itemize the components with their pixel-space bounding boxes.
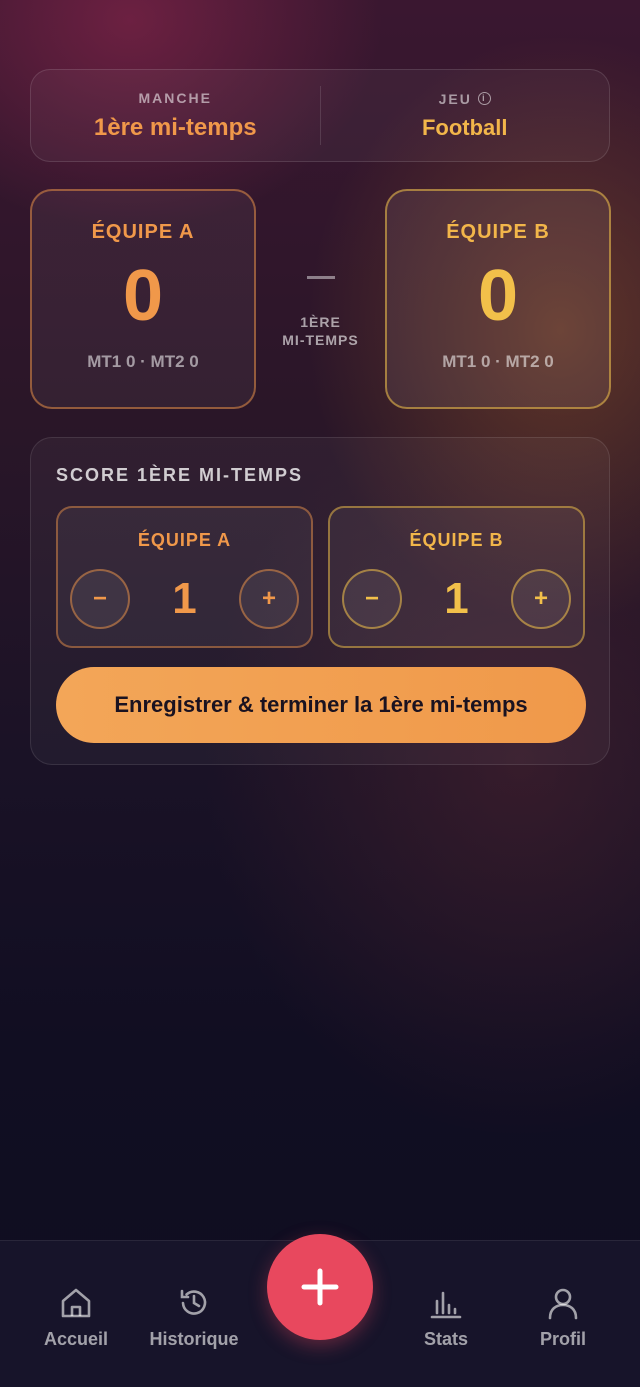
- team-b-stepper: ÉQUIPE B − 1 +: [328, 506, 585, 648]
- period-label-line2: MI-TEMPS: [282, 332, 359, 348]
- history-icon: [180, 1289, 207, 1315]
- team-a-name: ÉQUIPE A: [91, 221, 195, 243]
- game-label: JEU: [438, 90, 472, 107]
- round-value: 1ère mi-temps: [93, 113, 257, 141]
- nav-home-label: Accueil: [43, 1329, 109, 1349]
- period-indicator: 1ÈRE MI-TEMPS: [256, 260, 385, 349]
- nav-item-history[interactable]: Historique: [139, 1285, 249, 1350]
- team-a-total-score: 0: [122, 256, 164, 336]
- panel-title: SCORE 1ÈRE MI-TEMPS: [56, 465, 304, 485]
- game-label-row: JEU i: [439, 91, 491, 107]
- minus-icon: −: [364, 585, 379, 612]
- plus-icon: [301, 1268, 339, 1306]
- home-icon: [61, 1288, 91, 1318]
- team-b-halves: MT1 0 · MT2 0: [442, 352, 554, 371]
- minus-icon: −: [92, 585, 107, 612]
- plus-icon: +: [533, 585, 548, 612]
- period-label-line1: 1ÈRE: [300, 314, 341, 330]
- team-a-half-score: 1: [172, 574, 197, 623]
- game-info[interactable]: JEU i Football: [321, 70, 610, 161]
- nav-stats-label: Stats: [423, 1329, 468, 1349]
- stepper-team-a-name: ÉQUIPE A: [137, 530, 232, 550]
- nav-item-home[interactable]: Accueil: [21, 1285, 131, 1350]
- game-value: Football: [421, 114, 508, 140]
- team-b-total-score: 0: [477, 256, 519, 336]
- team-b-plus-button[interactable]: +: [511, 569, 571, 629]
- match-info-card: MANCHE 1ère mi-temps JEU i Football: [30, 69, 610, 162]
- nav-history-label: Historique: [149, 1329, 239, 1349]
- stepper-team-b-name: ÉQUIPE B: [409, 530, 504, 550]
- round-info: MANCHE 1ère mi-temps: [31, 70, 320, 161]
- save-and-end-half-button[interactable]: Enregistrer & terminer la 1ère mi-temps: [56, 667, 586, 743]
- team-a-minus-button[interactable]: −: [70, 569, 130, 629]
- team-b-half-score: 1: [444, 574, 469, 623]
- info-icon[interactable]: i: [477, 92, 491, 105]
- nav-item-profile[interactable]: Profil: [508, 1285, 618, 1350]
- team-b-name: ÉQUIPE B: [446, 221, 550, 243]
- team-a-plus-button[interactable]: +: [239, 569, 299, 629]
- add-match-button[interactable]: [267, 1234, 373, 1340]
- score-separator: [306, 276, 335, 279]
- plus-icon: +: [261, 585, 276, 612]
- team-b-minus-button[interactable]: −: [342, 569, 402, 629]
- nav-item-stats[interactable]: Stats: [391, 1285, 501, 1350]
- half-score-panel: SCORE 1ÈRE MI-TEMPS ÉQUIPE A − 1 + ÉQUIP…: [30, 437, 610, 765]
- round-label: MANCHE: [138, 89, 212, 106]
- team-a-stepper: ÉQUIPE A − 1 +: [56, 506, 313, 648]
- team-a-halves: MT1 0 · MT2 0: [87, 352, 199, 371]
- team-a-score-card: ÉQUIPE A 0 MT1 0 · MT2 0: [30, 189, 256, 409]
- nav-profile-label: Profil: [539, 1329, 586, 1349]
- team-b-score-card: ÉQUIPE B 0 MT1 0 · MT2 0: [385, 189, 611, 409]
- user-icon: [548, 1288, 578, 1320]
- bar-chart-icon: [430, 1291, 462, 1319]
